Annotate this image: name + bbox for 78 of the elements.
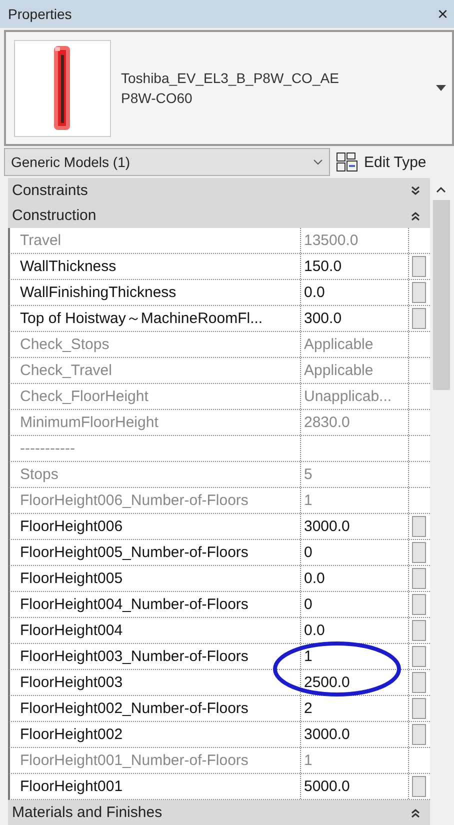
category-label: Materials and Finishes: [12, 804, 162, 821]
type-selector[interactable]: Toshiba_EV_EL3_B_P8W_CO_AE P8W-CO60: [4, 30, 454, 146]
property-value[interactable]: 2500.0: [301, 670, 409, 695]
associate-parameter-button[interactable]: [412, 282, 426, 303]
associate-parameter-button[interactable]: [412, 594, 426, 615]
property-name: WallThickness: [10, 254, 301, 279]
close-button[interactable]: ×: [437, 4, 448, 24]
associate-parameter-button[interactable]: [412, 724, 426, 745]
window-title: Properties: [8, 6, 72, 22]
property-name: FloorHeight001_Number-of-Floors: [10, 748, 301, 773]
associate-parameter-button[interactable]: [412, 256, 426, 277]
category-header[interactable]: Construction: [8, 203, 430, 228]
category-dropdown[interactable]: Generic Models (1): [4, 148, 330, 176]
category-header[interactable]: Constraints: [8, 178, 430, 203]
category-label: Constraints: [12, 182, 88, 199]
scrollbar-thumb[interactable]: [432, 200, 450, 390]
property-name: Check_Stops: [10, 332, 301, 357]
property-value: 1: [301, 488, 409, 513]
property-value: Applicable: [301, 332, 409, 357]
property-name: Travel: [10, 228, 301, 253]
property-value[interactable]: 0.0: [301, 618, 409, 643]
associate-parameter-button[interactable]: [412, 646, 426, 667]
scroll-up-icon[interactable]: [436, 186, 446, 194]
property-value[interactable]: 0: [301, 592, 409, 617]
property-name: FloorHeight005_Number-of-Floors: [10, 540, 301, 565]
expand-icon[interactable]: [411, 186, 420, 196]
edit-type-icon: [336, 152, 358, 172]
property-value[interactable]: 1: [301, 644, 409, 669]
edit-type-button[interactable]: Edit Type: [330, 152, 432, 172]
property-value: 13500.0: [301, 228, 409, 253]
associate-parameter-button[interactable]: [412, 620, 426, 641]
property-value[interactable]: 3000.0: [301, 514, 409, 539]
property-value[interactable]: 0.0: [301, 566, 409, 591]
property-name: MinimumFloorHeight: [10, 410, 301, 435]
property-value[interactable]: 3000.0: [301, 722, 409, 747]
property-name: FloorHeight002_Number-of-Floors: [10, 696, 301, 721]
collapse-icon[interactable]: [411, 210, 420, 220]
property-name: Stops: [10, 462, 301, 487]
property-name: FloorHeight002: [10, 722, 301, 747]
property-name: Top of Hoistway～MachineRoomFl...: [10, 306, 301, 331]
property-name: WallFinishingThickness: [10, 280, 301, 305]
associate-parameter-button[interactable]: [412, 776, 426, 797]
associate-parameter-button[interactable]: [412, 308, 426, 329]
property-value[interactable]: 300.0: [301, 306, 409, 331]
property-value: 1: [301, 748, 409, 773]
property-value[interactable]: 2: [301, 696, 409, 721]
category-header[interactable]: Materials and Finishes: [8, 800, 430, 825]
property-name: FloorHeight005: [10, 566, 301, 591]
associate-parameter-button[interactable]: [412, 672, 426, 693]
property-name: FloorHeight004_Number-of-Floors: [10, 592, 301, 617]
property-value[interactable]: 0: [301, 540, 409, 565]
property-value: Unapplicab...: [301, 384, 409, 409]
category-label: Construction: [12, 207, 96, 224]
property-name: FloorHeight003_Number-of-Floors: [10, 644, 301, 669]
property-name: FloorHeight006_Number-of-Floors: [10, 488, 301, 513]
property-name: -----------: [10, 436, 301, 461]
property-value[interactable]: 0.0: [301, 280, 409, 305]
associate-parameter-button[interactable]: [412, 698, 426, 719]
property-name: FloorHeight003: [10, 670, 301, 695]
collapse-icon[interactable]: [411, 808, 420, 818]
dropdown-value: Generic Models (1): [11, 154, 130, 170]
chevron-down-icon[interactable]: [313, 159, 323, 165]
associate-parameter-button[interactable]: [412, 516, 426, 537]
property-value[interactable]: 150.0: [301, 254, 409, 279]
type-name: P8W-CO60: [121, 90, 194, 106]
property-name: Check_FloorHeight: [10, 384, 301, 409]
property-value: 5: [301, 462, 409, 487]
property-value: 2830.0: [301, 410, 409, 435]
associate-parameter-button[interactable]: [412, 542, 426, 563]
associate-parameter-button[interactable]: [412, 568, 426, 589]
property-value: Applicable: [301, 358, 409, 383]
property-name: FloorHeight004: [10, 618, 301, 643]
property-name: FloorHeight006: [10, 514, 301, 539]
dropdown-caret-icon[interactable]: [436, 85, 446, 91]
property-name: FloorHeight001: [10, 774, 301, 799]
property-value[interactable]: 5000.0: [301, 774, 409, 799]
family-name: Toshiba_EV_EL3_B_P8W_CO_AE: [121, 70, 340, 86]
property-name: Check_Travel: [10, 358, 301, 383]
